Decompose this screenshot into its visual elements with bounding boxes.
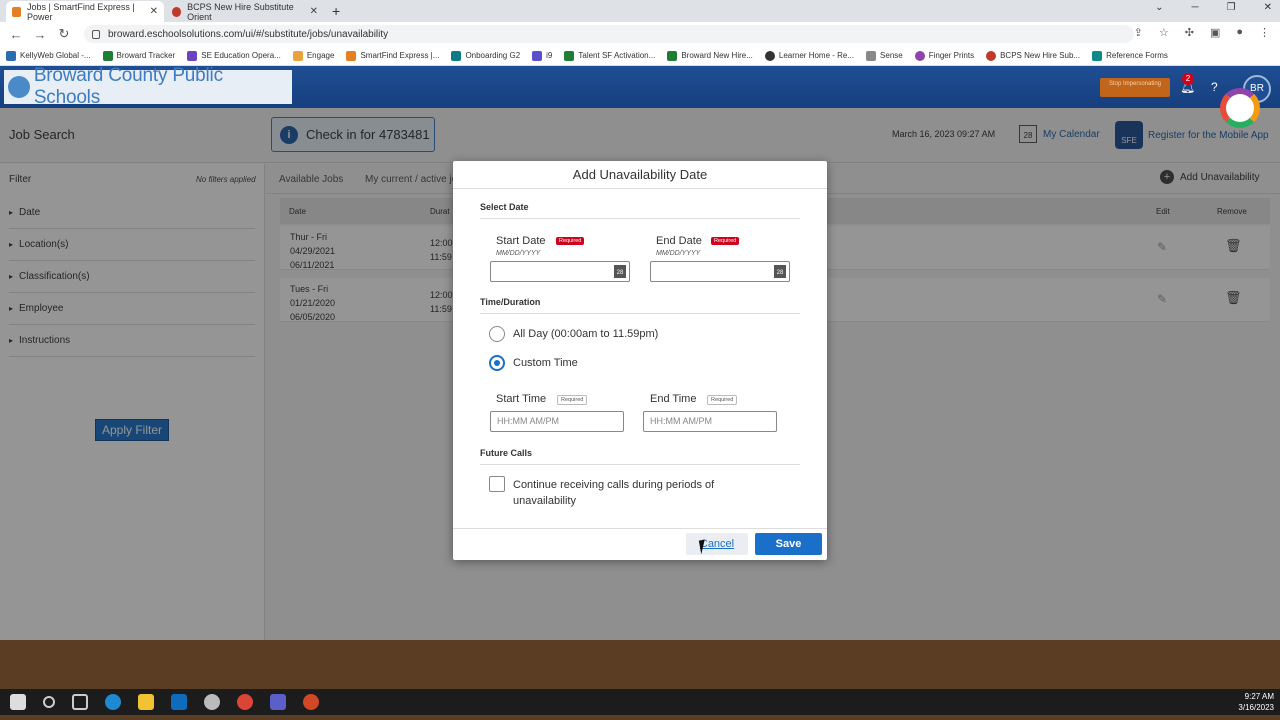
logo-mark-icon	[8, 76, 30, 98]
task-view-icon[interactable]	[72, 694, 88, 710]
bookmark[interactable]: KellyWeb Global -...	[6, 50, 91, 61]
all-day-radio[interactable]	[489, 326, 505, 342]
required-badge: Required	[711, 237, 740, 245]
taskbar: 9:27 AM 3/16/2023	[0, 689, 1280, 715]
restore-icon[interactable]: ❐	[1227, 2, 1236, 13]
calendar-icon[interactable]: 28	[614, 265, 626, 278]
bookmark[interactable]: BCPS New Hire Sub...	[986, 50, 1080, 61]
browser-actions: ⇪ ☆ ✣ ▣ ● ⋮	[1134, 26, 1270, 39]
section-time-duration: Time/Duration	[480, 297, 541, 307]
recorder-overlay-icon	[1220, 88, 1260, 128]
end-date-input[interactable]: 28	[650, 261, 790, 282]
bookmark[interactable]: Learner Home - Re...	[764, 50, 854, 61]
teams-icon[interactable]	[270, 694, 286, 710]
profile-icon[interactable]: ●	[1236, 26, 1243, 39]
custom-time-label: Custom Time	[513, 357, 578, 369]
close-tab-icon[interactable]: ✕	[150, 6, 158, 17]
bookmark[interactable]: Engage	[292, 50, 334, 61]
chevron-down-icon[interactable]: ⌄	[1155, 2, 1163, 13]
bookmark[interactable]: Onboarding G2	[451, 50, 520, 61]
section-select-date: Select Date	[480, 202, 529, 212]
notification-badge: 2	[1182, 73, 1194, 85]
browser-tab-jobs[interactable]: Jobs | SmartFind Express | Power ✕	[6, 1, 164, 22]
date-format-hint: MM/DD/YYYY	[496, 250, 541, 257]
logo-text: Broward County Public Schools	[33, 65, 223, 108]
forward-icon[interactable]: →	[32, 27, 48, 42]
add-unavailability-dialog: Add Unavailability Date Select Date Star…	[453, 161, 827, 560]
help-icon[interactable]: ?	[1211, 80, 1218, 94]
new-tab-button[interactable]: +	[332, 3, 340, 19]
url-text: broward.eschoolsolutions.com/ui/#/substi…	[108, 28, 389, 40]
bookmark[interactable]: i9	[532, 50, 552, 61]
bookmark[interactable]: Broward Tracker	[102, 50, 175, 61]
tab-title: BCPS New Hire Substitute Orient	[187, 1, 294, 22]
start-time-label: Start Time	[496, 393, 547, 405]
end-time-label: End Time	[650, 393, 697, 405]
address-bar-row: ← → ↻ broward.eschoolsolutions.com/ui/#/…	[0, 22, 1280, 46]
district-logo[interactable]: Broward County Public Schools	[4, 65, 292, 108]
window-controls: ⌄ ─ ❐ ✕	[1155, 2, 1272, 13]
tab-title: Jobs | SmartFind Express | Power	[27, 1, 135, 22]
close-tab-icon[interactable]: ✕	[310, 6, 318, 17]
browser-tab-bcps[interactable]: BCPS New Hire Substitute Orient ✕	[166, 1, 324, 22]
section-future-calls: Future Calls	[480, 448, 533, 458]
custom-time-radio[interactable]	[489, 355, 505, 371]
lock-icon	[92, 29, 100, 39]
all-day-label: All Day (00:00am to 11.59pm)	[513, 328, 659, 340]
start-date-input[interactable]: 28	[490, 261, 630, 282]
save-button[interactable]: Save	[755, 533, 822, 555]
continue-calls-checkbox[interactable]	[489, 476, 505, 492]
edge-icon[interactable]	[105, 694, 121, 710]
end-time-input[interactable]: HH:MM AM/PM	[643, 411, 777, 432]
bookmark[interactable]: Sense	[866, 50, 903, 61]
required-badge: Required	[557, 395, 588, 405]
sidepanel-icon[interactable]: ▣	[1210, 26, 1220, 39]
required-badge: Required	[556, 237, 585, 245]
smartfind-favicon-icon	[12, 6, 22, 17]
date-format-hint: MM/DD/YYYY	[656, 250, 701, 257]
reload-icon[interactable]: ↻	[56, 26, 72, 42]
minimize-icon[interactable]: ─	[1192, 2, 1199, 13]
bookmark[interactable]: Reference Forms	[1092, 50, 1168, 61]
bookmark[interactable]: Talent SF Activation...	[564, 50, 655, 61]
star-icon[interactable]: ☆	[1159, 26, 1169, 39]
bookmark[interactable]: Finger Prints	[914, 50, 974, 61]
start-time-input[interactable]: HH:MM AM/PM	[490, 411, 624, 432]
start-date-label: Start Date	[496, 235, 546, 247]
snip-icon[interactable]	[204, 694, 220, 710]
outlook-icon[interactable]	[171, 694, 187, 710]
continue-calls-label: Continue receiving calls during periods …	[513, 479, 715, 507]
search-icon[interactable]	[43, 696, 55, 708]
windows-start-icon[interactable]	[10, 694, 26, 710]
browser-tab-bar: Jobs | SmartFind Express | Power ✕ BCPS …	[0, 0, 1280, 22]
dialog-title: Add Unavailability Date	[453, 161, 827, 189]
powerpoint-favicon-icon	[172, 6, 182, 17]
cancel-button[interactable]: Cancel	[686, 533, 748, 555]
stop-impersonating-button[interactable]: Stop Impersonating	[1100, 78, 1170, 97]
bookmarks-bar: KellyWeb Global -... Broward Tracker SE …	[0, 46, 1280, 66]
share-icon[interactable]: ⇪	[1134, 26, 1143, 39]
file-explorer-icon[interactable]	[138, 694, 154, 710]
bookmark[interactable]: SE Education Opera...	[187, 50, 281, 61]
bookmark[interactable]: Broward New Hire...	[667, 50, 753, 61]
powerpoint-icon[interactable]	[303, 694, 319, 710]
calendar-icon[interactable]: 28	[774, 265, 786, 278]
chrome-icon[interactable]	[237, 694, 253, 710]
menu-icon[interactable]: ⋮	[1259, 26, 1270, 39]
url-field[interactable]: broward.eschoolsolutions.com/ui/#/substi…	[84, 25, 1134, 43]
app-header: Broward County Public Schools Stop Imper…	[0, 65, 1280, 108]
end-date-label: End Date	[656, 235, 702, 247]
close-window-icon[interactable]: ✕	[1264, 2, 1272, 13]
system-clock[interactable]: 9:27 AM 3/16/2023	[1238, 691, 1274, 713]
bookmark[interactable]: SmartFind Express |...	[346, 50, 439, 61]
screen: Jobs | SmartFind Express | Power ✕ BCPS …	[0, 0, 1280, 720]
required-badge: Required	[707, 395, 738, 405]
extensions-icon[interactable]: ✣	[1185, 26, 1194, 39]
back-icon[interactable]: ←	[8, 27, 24, 42]
